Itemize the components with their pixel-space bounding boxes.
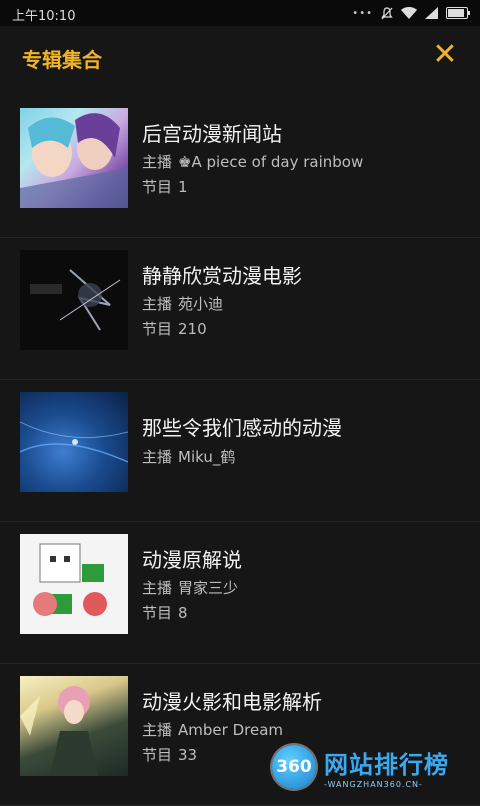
album-item[interactable]: 那些令我们感动的动漫 主播 Miku_鹤 xyxy=(0,380,480,522)
watermark-badge: 360 xyxy=(272,745,316,789)
host-name: Miku_鹤 xyxy=(178,448,236,466)
album-item[interactable]: 后宫动漫新闻站 主播 ♚A piece of day rainbow 节目 1 xyxy=(0,96,480,238)
album-cover xyxy=(20,108,128,208)
count-value: 33 xyxy=(178,746,198,764)
page-title: 专辑集合 xyxy=(22,48,102,72)
count-value: 8 xyxy=(178,604,188,622)
header: 专辑集合 ✕ xyxy=(0,26,480,88)
host-label: 主播 xyxy=(142,295,173,313)
album-episode-count: 节目 1 xyxy=(142,176,188,197)
album-item[interactable]: 静静欣赏动漫电影 主播 苑小迪 节目 210 xyxy=(0,238,480,380)
count-value: 210 xyxy=(178,320,207,338)
watermark-text: 网站排行榜 -WANGZHAN360.CN- xyxy=(324,745,449,789)
host-label: 主播 xyxy=(142,721,173,739)
album-host: 主播 苑小迪 xyxy=(142,293,223,314)
watermark: 360 网站排行榜 -WANGZHAN360.CN- xyxy=(272,742,472,792)
close-icon[interactable]: ✕ xyxy=(430,40,460,70)
album-item[interactable]: 动漫原解说 主播 胃家三少 节目 8 xyxy=(0,522,480,664)
watermark-main: 网站排行榜 xyxy=(324,751,449,779)
album-cover xyxy=(20,250,128,350)
signal-icon xyxy=(425,7,438,19)
status-icons: ••• xyxy=(352,6,470,20)
count-label: 节目 xyxy=(142,320,173,338)
battery-icon xyxy=(446,7,470,19)
wifi-icon xyxy=(401,7,417,19)
count-label: 节目 xyxy=(142,604,173,622)
album-title: 那些令我们感动的动漫 xyxy=(142,416,342,440)
album-episode-count: 节目 210 xyxy=(142,318,207,339)
host-name: 胃家三少 xyxy=(178,579,239,597)
album-list: 后宫动漫新闻站 主播 ♚A piece of day rainbow 节目 1 静静… xyxy=(0,96,480,806)
album-host: 主播 ♚A piece of day rainbow xyxy=(142,151,363,172)
album-episode-count: 节目 33 xyxy=(142,744,197,765)
signal-dots-icon: ••• xyxy=(352,7,373,19)
host-name: Amber Dream xyxy=(178,721,283,739)
album-host: 主播 Miku_鹤 xyxy=(142,446,235,467)
album-host: 主播 胃家三少 xyxy=(142,577,238,598)
status-bar: 上午10:10 ••• xyxy=(0,0,480,26)
watermark-sub: -WANGZHAN360.CN- xyxy=(324,780,423,789)
host-label: 主播 xyxy=(142,153,173,171)
host-name: ♚A piece of day rainbow xyxy=(178,153,364,171)
album-title: 动漫火影和电影解析 xyxy=(142,690,322,714)
album-title: 后宫动漫新闻站 xyxy=(142,122,282,146)
album-title: 动漫原解说 xyxy=(142,548,242,572)
status-time: 上午10:10 xyxy=(12,9,76,24)
album-cover xyxy=(20,676,128,776)
album-episode-count: 节目 8 xyxy=(142,602,188,623)
album-host: 主播 Amber Dream xyxy=(142,719,283,740)
album-cover xyxy=(20,534,128,634)
count-label: 节目 xyxy=(142,746,173,764)
host-label: 主播 xyxy=(142,579,173,597)
album-title: 静静欣赏动漫电影 xyxy=(142,264,302,288)
count-value: 1 xyxy=(178,178,188,196)
host-label: 主播 xyxy=(142,448,173,466)
count-label: 节目 xyxy=(142,178,173,196)
mute-icon xyxy=(381,6,393,19)
album-cover xyxy=(20,392,128,492)
host-name: 苑小迪 xyxy=(178,295,224,313)
